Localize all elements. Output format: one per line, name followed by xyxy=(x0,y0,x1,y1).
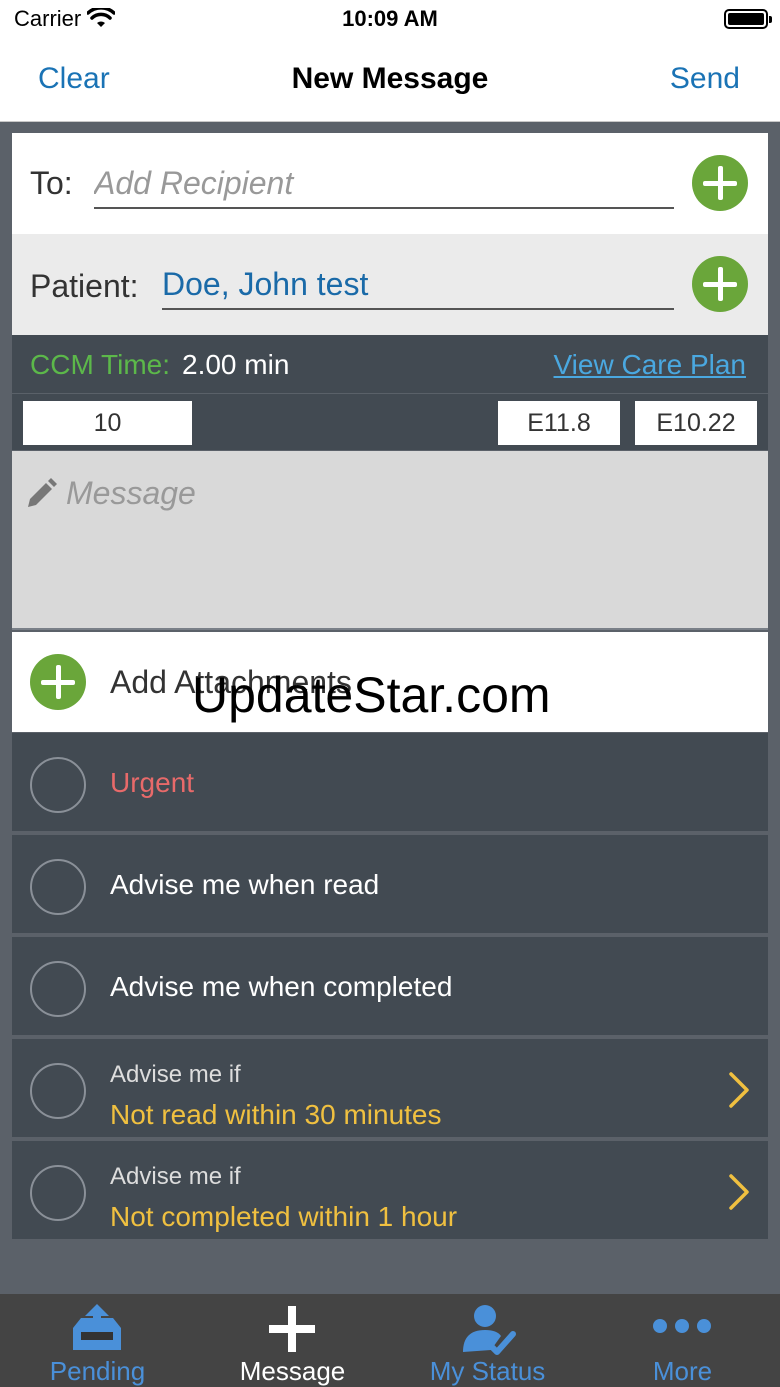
code-field[interactable]: 10 xyxy=(23,401,192,445)
option-value: Not completed within 1 hour xyxy=(110,1201,458,1232)
add-patient-button[interactable] xyxy=(692,256,748,312)
option-advise-completed[interactable]: Advise me when completed xyxy=(12,937,768,1035)
patient-field[interactable]: Doe, John test xyxy=(162,262,674,310)
add-attachments-row[interactable]: Add Attachments xyxy=(12,632,768,732)
option-label: Advise me when completed xyxy=(110,971,453,1002)
message-placeholder: Message xyxy=(66,475,196,511)
view-care-plan-link[interactable]: View Care Plan xyxy=(554,349,746,381)
codes-row: 10 E11.8 E10.22 xyxy=(12,393,768,450)
status-time: 10:09 AM xyxy=(342,6,438,31)
page-title: New Message xyxy=(291,62,489,95)
option-urgent[interactable]: Urgent xyxy=(12,733,768,831)
user-check-icon xyxy=(463,1305,516,1355)
option-advise-read[interactable]: Advise me when read xyxy=(12,835,768,933)
inbox-upload-icon xyxy=(73,1304,121,1350)
send-button[interactable]: Send xyxy=(670,62,740,96)
tab-my-status[interactable]: My Status xyxy=(390,1294,585,1387)
more-dots-icon xyxy=(653,1319,711,1333)
radio-button[interactable] xyxy=(30,961,86,1017)
ccm-time-label: CCM Time: xyxy=(30,349,170,380)
option-sub-label: Advise me if xyxy=(110,1163,241,1190)
add-attachments-label: Add Attachments xyxy=(110,664,352,700)
patient-row: Patient: Doe, John test xyxy=(12,234,768,335)
tab-message[interactable]: Message xyxy=(195,1294,390,1387)
radio-button[interactable] xyxy=(30,859,86,915)
status-bar: Carrier 10:09 AM xyxy=(0,0,780,40)
option-value: Not read within 30 minutes xyxy=(110,1099,442,1130)
option-advise-not-read[interactable]: Advise me if Not read within 30 minutes xyxy=(12,1039,768,1137)
tab-label: Pending xyxy=(49,1356,146,1386)
chevron-right-icon xyxy=(729,1174,749,1210)
diagnosis-code[interactable]: E10.22 xyxy=(635,401,757,445)
option-advise-not-completed[interactable]: Advise me if Not completed within 1 hour xyxy=(12,1141,768,1239)
tab-pending[interactable]: Pending xyxy=(0,1294,195,1387)
option-label: Urgent xyxy=(110,767,195,798)
option-label: Advise me when read xyxy=(110,869,380,900)
tab-label: My Status xyxy=(429,1356,546,1386)
plus-icon xyxy=(269,1306,315,1352)
battery-icon xyxy=(724,9,772,29)
chevron-right-icon xyxy=(729,1072,749,1108)
option-sub-label: Advise me if xyxy=(110,1061,241,1088)
diagnosis-code[interactable]: E11.8 xyxy=(498,401,620,445)
tab-bar: Pending Message My Status More xyxy=(0,1294,780,1387)
ccm-time-value: 2.00 min xyxy=(182,349,290,380)
recipient-label: To: xyxy=(30,165,73,201)
nav-bar: Clear New Message Send xyxy=(0,40,780,122)
tab-label: More xyxy=(652,1356,713,1386)
radio-button[interactable] xyxy=(30,1165,86,1221)
radio-button[interactable] xyxy=(30,757,86,813)
add-attachment-button[interactable] xyxy=(30,654,86,710)
tab-more[interactable]: More xyxy=(585,1294,780,1387)
pencil-icon xyxy=(28,478,57,507)
message-field[interactable]: Message xyxy=(12,451,768,630)
patient-label: Patient: xyxy=(30,268,139,304)
recipient-row: To: xyxy=(12,133,768,234)
recipient-input[interactable] xyxy=(94,159,674,209)
ccm-row: CCM Time: 2.00 min View Care Plan xyxy=(12,335,768,393)
radio-button[interactable] xyxy=(30,1063,86,1119)
tab-label: Message xyxy=(239,1356,346,1386)
add-recipient-button[interactable] xyxy=(692,155,748,211)
